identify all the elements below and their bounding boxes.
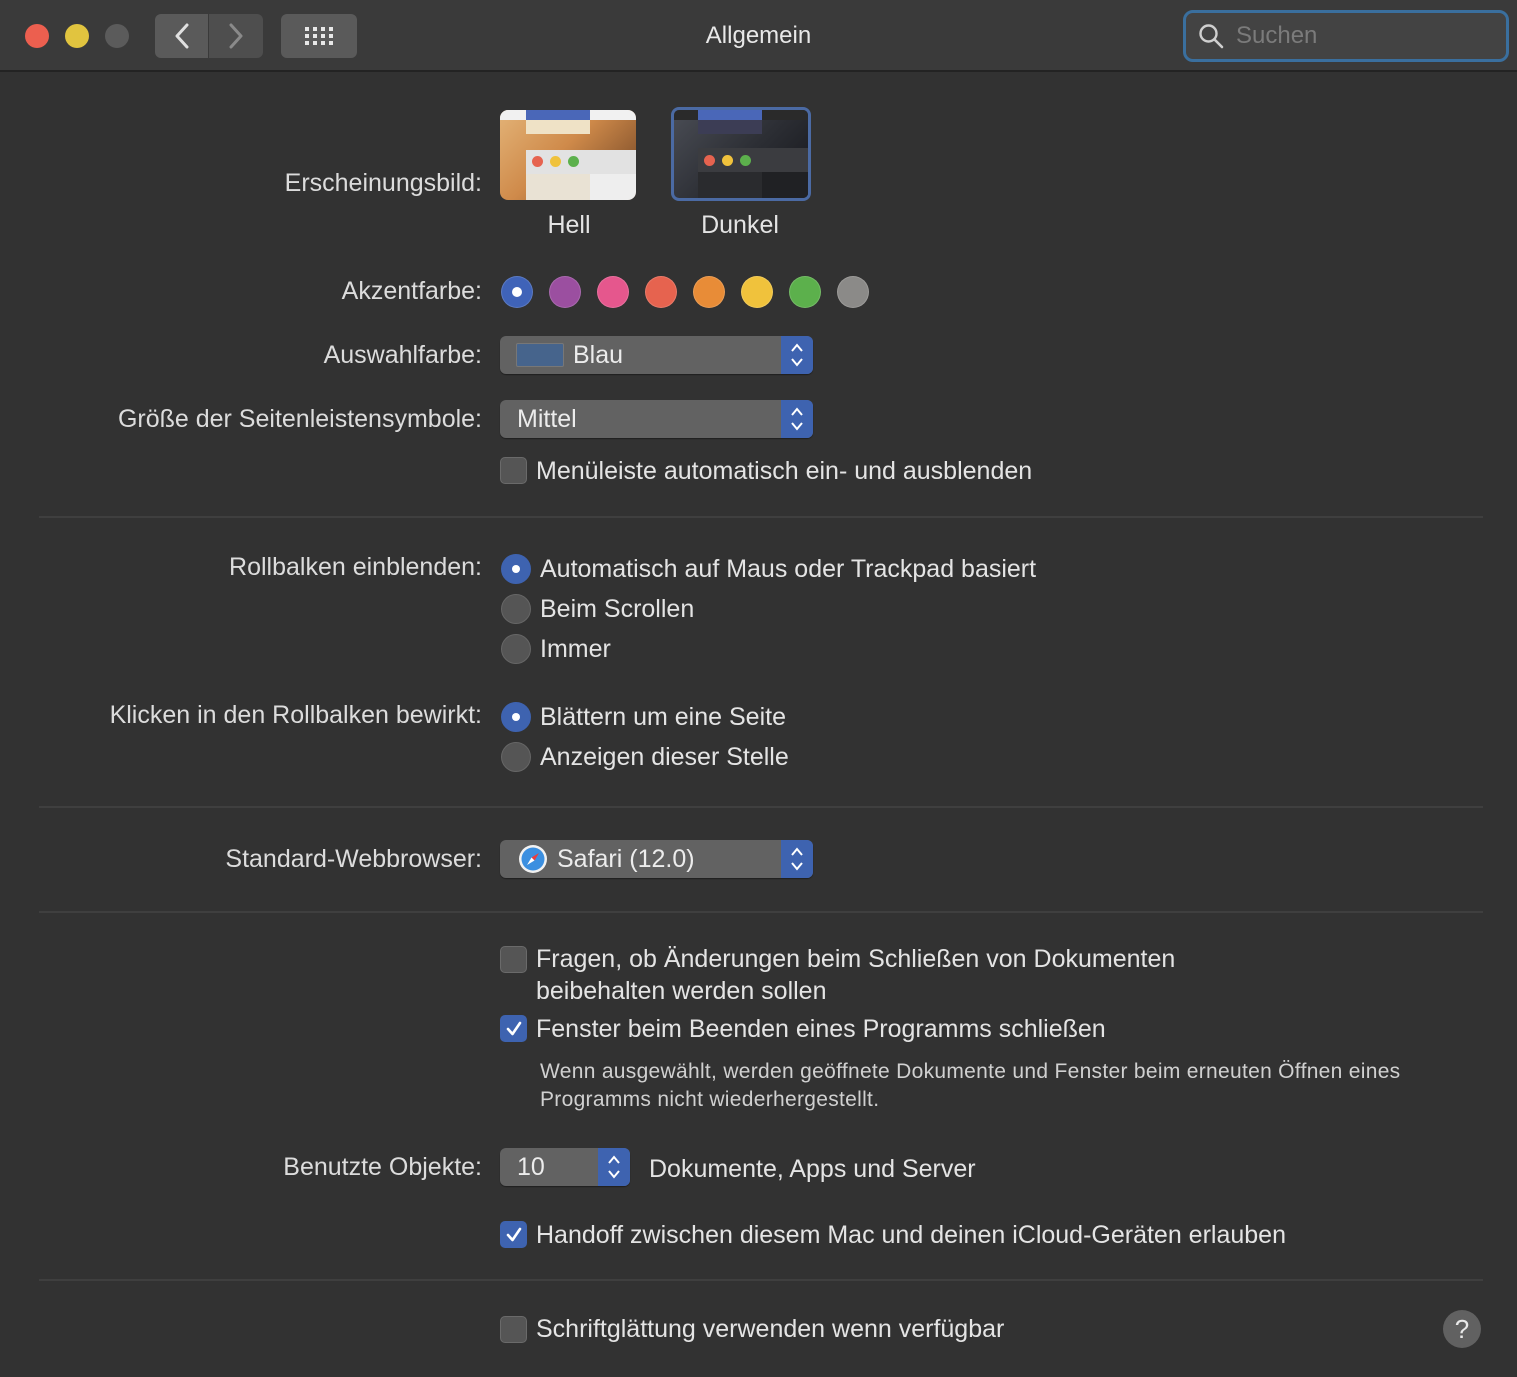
radio-jump-next-page-label: Blättern um eine Seite <box>540 703 786 731</box>
ask-keep-changes-label-line2: beibehalten werden sollen <box>536 977 827 1005</box>
highlight-label: Auswahlfarbe: <box>323 341 482 369</box>
menubar-autohide-checkbox[interactable] <box>500 457 527 484</box>
ask-keep-changes-checkbox[interactable] <box>500 946 527 973</box>
recent-items-suffix: Dokumente, Apps und Server <box>649 1155 976 1183</box>
handoff-label: Handoff zwischen diesem Mac und deinen i… <box>536 1221 1286 1249</box>
appearance-dark-caption: Dunkel <box>701 211 779 239</box>
popup-arrows <box>781 840 813 878</box>
separator <box>39 516 1483 518</box>
radio-scroll-automatic-label: Automatisch auf Maus oder Trackpad basie… <box>540 555 1037 583</box>
radio-scroll-when-scrolling[interactable] <box>501 594 531 624</box>
recent-items-label: Benutzte Objekte: <box>283 1153 482 1181</box>
appearance-dark-thumbnail[interactable] <box>671 107 811 201</box>
checkmark-icon <box>506 1021 521 1035</box>
sidebar-icon-size-label: Größe der Seitenleistensymbole: <box>117 405 482 433</box>
popup-arrows <box>598 1148 630 1186</box>
browser-popup[interactable]: Safari (12.0) <box>500 840 813 878</box>
search-input[interactable] <box>1234 21 1488 51</box>
accent-color-swatch-0[interactable] <box>501 276 533 308</box>
radio-scroll-automatic[interactable] <box>501 554 531 584</box>
browser-value: Safari (12.0) <box>557 844 695 873</box>
search-icon <box>1199 24 1224 49</box>
recent-items-popup[interactable]: 10 <box>500 1148 630 1186</box>
up-down-chevron-icon <box>791 407 803 431</box>
radio-scroll-always[interactable] <box>501 634 531 664</box>
separator <box>39 911 1483 913</box>
search-field[interactable] <box>1183 10 1509 62</box>
appearance-light-caption: Hell <box>547 211 591 239</box>
radio-jump-next-page[interactable] <box>501 702 531 732</box>
sidebar-icon-size-value: Mittel <box>517 404 577 433</box>
up-down-chevron-icon <box>608 1155 620 1179</box>
close-windows-label: Fenster beim Beenden eines Programms sch… <box>536 1015 1106 1043</box>
accent-color-swatch-2[interactable] <box>597 276 629 308</box>
highlight-color-popup[interactable]: Blau <box>500 336 813 374</box>
recent-items-value: 10 <box>517 1152 545 1181</box>
accent-color-swatch-7[interactable] <box>837 276 869 308</box>
up-down-chevron-icon <box>791 343 803 367</box>
radio-scroll-always-label: Immer <box>540 635 611 663</box>
radio-jump-clicked-spot-label: Anzeigen dieser Stelle <box>540 743 789 771</box>
highlight-color-swatch <box>516 343 564 367</box>
separator <box>39 1279 1483 1281</box>
scrollbar-click-label: Klicken in den Rollbalken bewirkt: <box>109 701 482 729</box>
accent-color-swatch-3[interactable] <box>645 276 677 308</box>
help-button[interactable]: ? <box>1443 1310 1481 1348</box>
radio-scroll-when-scrolling-label: Beim Scrollen <box>540 595 695 623</box>
checkmark-icon <box>506 1227 521 1241</box>
popup-arrows <box>781 336 813 374</box>
close-windows-note-line2: Programms nicht wiederhergestellt. <box>540 1088 880 1111</box>
separator <box>39 806 1483 808</box>
appearance-label: Erscheinungsbild: <box>284 169 482 197</box>
sidebar-icon-size-popup[interactable]: Mittel <box>500 400 813 438</box>
title-bar: Allgemein <box>0 0 1517 72</box>
highlight-color-value: Blau <box>573 340 624 369</box>
accent-label: Akzentfarbe: <box>341 277 482 305</box>
appearance-light-thumbnail[interactable] <box>500 110 636 200</box>
popup-arrows <box>781 400 813 438</box>
accent-color-swatch-5[interactable] <box>741 276 773 308</box>
menubar-autohide-label: Menüleiste automatisch ein- und ausblend… <box>536 457 1033 485</box>
safari-icon <box>519 845 547 873</box>
accent-color-swatch-1[interactable] <box>549 276 581 308</box>
scrollbars-show-label: Rollbalken einblenden: <box>229 553 482 581</box>
accent-color-swatch-4[interactable] <box>693 276 725 308</box>
handoff-checkbox[interactable] <box>500 1221 527 1248</box>
browser-label: Standard-Webbrowser: <box>225 845 482 873</box>
font-smoothing-label: Schriftglättung verwenden wenn verfügbar <box>536 1315 1005 1343</box>
radio-jump-clicked-spot[interactable] <box>501 742 531 772</box>
ask-keep-changes-label-line1: Fragen, ob Änderungen beim Schließen von… <box>536 945 1176 973</box>
close-windows-note-line1: Wenn ausgewählt, werden geöffnete Dokume… <box>540 1060 1401 1083</box>
up-down-chevron-icon <box>791 847 803 871</box>
accent-selected-dot <box>512 287 522 297</box>
font-smoothing-checkbox[interactable] <box>500 1316 527 1343</box>
close-windows-checkbox[interactable] <box>500 1015 527 1042</box>
accent-color-swatch-6[interactable] <box>789 276 821 308</box>
